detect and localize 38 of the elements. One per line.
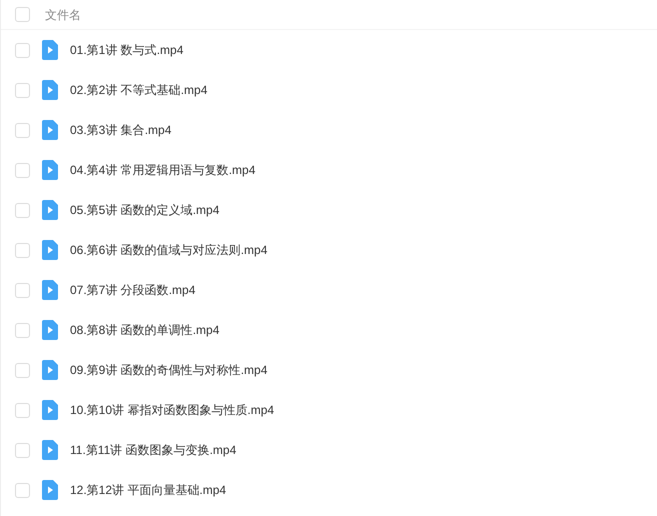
video-file-icon (42, 240, 58, 260)
checkbox[interactable] (15, 7, 30, 22)
video-file-icon (42, 160, 58, 180)
checkbox[interactable] (15, 122, 30, 138)
video-file-icon (42, 320, 58, 340)
video-file-icon (42, 360, 58, 380)
checkbox[interactable] (15, 402, 30, 418)
video-file-icon (42, 400, 58, 420)
video-file-icon (42, 40, 58, 60)
video-file-icon (42, 480, 58, 500)
file-name[interactable]: 10.第10讲 幂指对函数图象与性质.mp4 (70, 401, 274, 419)
checkbox[interactable] (15, 82, 30, 98)
video-file-icon (42, 280, 58, 300)
video-file-icon (42, 440, 58, 460)
file-name[interactable]: 11.第11讲 函数图象与变换.mp4 (70, 441, 236, 459)
file-name[interactable]: 05.第5讲 函数的定义域.mp4 (70, 201, 220, 219)
checkbox[interactable] (15, 322, 30, 338)
file-name[interactable]: 06.第6讲 函数的值域与对应法则.mp4 (70, 241, 268, 259)
checkbox[interactable] (15, 482, 30, 498)
video-file-icon (42, 80, 58, 100)
video-file-icon (42, 200, 58, 220)
checkbox[interactable] (15, 442, 30, 458)
checkbox[interactable] (15, 202, 30, 218)
file-name[interactable]: 03.第3讲 集合.mp4 (70, 121, 172, 139)
file-name[interactable]: 04.第4讲 常用逻辑用语与复数.mp4 (70, 161, 256, 179)
checkbox[interactable] (15, 282, 30, 298)
checkbox[interactable] (15, 42, 30, 58)
file-name[interactable]: 07.第7讲 分段函数.mp4 (70, 281, 196, 299)
file-name[interactable]: 12.第12讲 平面向量基础.mp4 (70, 481, 226, 499)
checkbox[interactable] (15, 162, 30, 178)
file-name[interactable]: 09.第9讲 函数的奇偶性与对称性.mp4 (70, 361, 268, 379)
checkbox[interactable] (15, 242, 30, 258)
file-name[interactable]: 02.第2讲 不等式基础.mp4 (70, 81, 208, 99)
column-header[interactable]: 文件名 (45, 6, 81, 24)
checkbox[interactable] (15, 362, 30, 378)
video-file-icon (42, 120, 58, 140)
file-name[interactable]: 08.第8讲 函数的单调性.mp4 (70, 321, 220, 339)
file-name[interactable]: 01.第1讲 数与式.mp4 (70, 41, 184, 59)
